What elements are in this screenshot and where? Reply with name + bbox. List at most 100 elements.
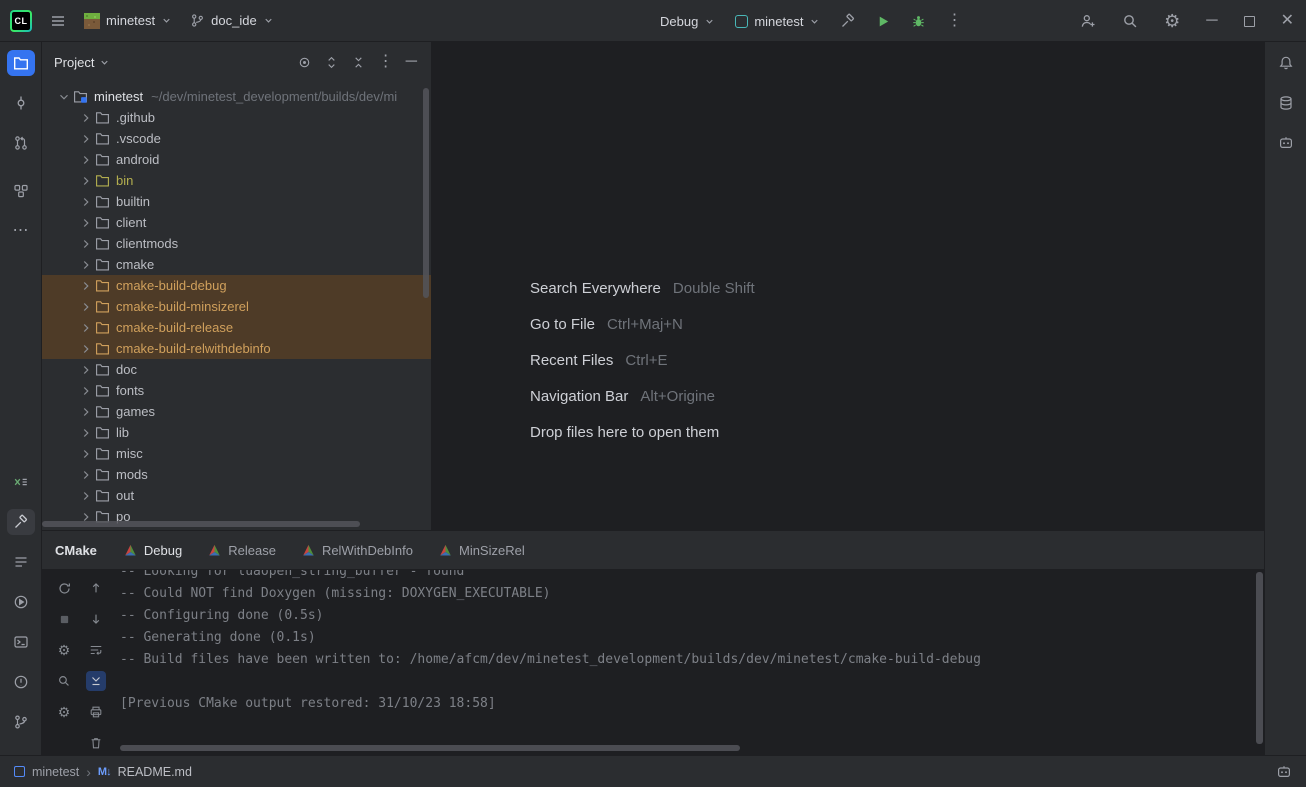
console-horizontal-scrollbar[interactable] — [120, 745, 740, 751]
project-widget[interactable]: minetest — [84, 13, 172, 29]
tree-row[interactable]: cmake-build-release — [42, 317, 431, 338]
editor-area[interactable]: Search Everywhere Double Shift Go to Fil… — [432, 42, 1264, 530]
tree-row[interactable]: android — [42, 149, 431, 170]
breadcrumb-project[interactable]: minetest — [32, 765, 79, 779]
tree-row[interactable]: .github — [42, 107, 431, 128]
pull-requests-toolwindow-button[interactable] — [7, 130, 35, 156]
more-actions-icon[interactable]: ⋮ — [946, 13, 962, 29]
find-in-output-icon[interactable] — [54, 671, 74, 691]
tree-row[interactable]: clientmods — [42, 233, 431, 254]
chevron-right-icon[interactable] — [78, 342, 94, 356]
commit-toolwindow-button[interactable] — [7, 90, 35, 116]
build-hammer-icon[interactable] — [840, 13, 856, 29]
tree-row[interactable]: builtin — [42, 191, 431, 212]
chevron-right-icon[interactable] — [78, 111, 94, 125]
chevron-right-icon[interactable] — [78, 258, 94, 272]
collapse-all-icon[interactable] — [351, 55, 366, 70]
tree-row[interactable]: cmake-build-minsizerel — [42, 296, 431, 317]
project-horizontal-scrollbar[interactable] — [42, 521, 360, 527]
vcs-branch-widget[interactable]: doc_ide — [190, 13, 274, 28]
breadcrumb-file[interactable]: README.md — [118, 765, 192, 779]
console-options-gear-icon[interactable]: ⚙ — [54, 702, 74, 722]
tree-row[interactable]: doc — [42, 359, 431, 380]
structure-toolwindow-button[interactable] — [7, 178, 35, 204]
soft-wrap-icon[interactable] — [86, 640, 106, 660]
ai-assistant-toolwindow-button[interactable] — [1272, 130, 1300, 156]
window-close-icon[interactable]: ✕ — [1281, 13, 1294, 29]
run-button[interactable] — [876, 14, 891, 29]
toolwindow-options-icon[interactable]: ⋮ — [378, 54, 394, 70]
build-type-selector[interactable]: Debug — [660, 14, 715, 29]
cmake-settings-icon[interactable]: ⚙ — [54, 640, 74, 660]
tree-row[interactable]: client — [42, 212, 431, 233]
cmake-profile-tab[interactable]: Debug — [111, 531, 195, 569]
tree-row[interactable]: games — [42, 401, 431, 422]
chevron-right-icon[interactable] — [78, 174, 94, 188]
chevron-right-icon[interactable] — [78, 279, 94, 293]
chevron-right-icon[interactable] — [78, 300, 94, 314]
select-opened-file-icon[interactable] — [297, 55, 312, 70]
x-table-toolwindow-button[interactable] — [7, 469, 35, 495]
tree-row[interactable]: lib — [42, 422, 431, 443]
statusbar-ai-icon[interactable] — [1276, 764, 1292, 780]
chevron-right-icon[interactable] — [78, 447, 94, 461]
main-menu-icon[interactable] — [50, 13, 66, 29]
tree-row[interactable]: misc — [42, 443, 431, 464]
chevron-right-icon[interactable] — [78, 363, 94, 377]
hide-toolwindow-icon[interactable]: ─ — [406, 54, 417, 70]
settings-gear-icon[interactable]: ⚙ — [1164, 12, 1180, 30]
print-icon[interactable] — [86, 702, 106, 722]
search-icon[interactable] — [1122, 13, 1138, 29]
console-vertical-scrollbar[interactable] — [1256, 572, 1263, 744]
tree-row[interactable]: fonts — [42, 380, 431, 401]
tree-row[interactable]: .vscode — [42, 128, 431, 149]
run-configuration-selector[interactable]: minetest — [735, 14, 820, 29]
tree-row[interactable]: cmake-build-debug — [42, 275, 431, 296]
window-minimize-icon[interactable]: ─ — [1206, 13, 1217, 29]
chevron-right-icon[interactable] — [78, 153, 94, 167]
more-toolwindows-icon[interactable]: ⋯ — [7, 218, 35, 244]
tree-row[interactable]: bin — [42, 170, 431, 191]
chevron-right-icon[interactable] — [78, 132, 94, 146]
notifications-bell-icon[interactable] — [1272, 50, 1300, 76]
next-message-icon[interactable] — [86, 609, 106, 629]
project-toolwindow-button[interactable] — [7, 50, 35, 76]
expand-all-icon[interactable] — [324, 55, 339, 70]
git-toolwindow-button[interactable] — [7, 709, 35, 735]
chevron-right-icon[interactable] — [78, 384, 94, 398]
project-vertical-scrollbar[interactable] — [423, 88, 429, 298]
problems-toolwindow-button[interactable] — [7, 669, 35, 695]
cmake-profile-tab[interactable]: RelWithDebInfo — [289, 531, 426, 569]
tree-row[interactable]: mods — [42, 464, 431, 485]
debug-button[interactable] — [911, 14, 926, 29]
chevron-right-icon[interactable] — [78, 195, 94, 209]
reload-cmake-project-icon[interactable] — [54, 578, 74, 598]
chevron-right-icon[interactable] — [78, 468, 94, 482]
run-toolwindow-button[interactable] — [7, 589, 35, 615]
tree-row[interactable]: cmake — [42, 254, 431, 275]
database-toolwindow-button[interactable] — [1272, 90, 1300, 116]
chevron-right-icon[interactable] — [78, 216, 94, 230]
scroll-to-end-icon[interactable] — [86, 671, 106, 691]
chevron-right-icon[interactable] — [78, 405, 94, 419]
cmake-console-output[interactable]: -- Looking for luaopen_string_buffer - f… — [110, 570, 1264, 755]
cmake-profile-tab[interactable]: Release — [195, 531, 289, 569]
tree-root-row[interactable]: minetest ~/dev/minetest_development/buil… — [42, 86, 431, 107]
stop-icon[interactable] — [54, 609, 74, 629]
chevron-right-icon[interactable] — [78, 237, 94, 251]
code-with-me-icon[interactable] — [1080, 13, 1096, 29]
todo-toolwindow-button[interactable] — [7, 549, 35, 575]
chevron-right-icon[interactable] — [78, 426, 94, 440]
tree-row[interactable]: cmake-build-relwithdebinfo — [42, 338, 431, 359]
cmake-toolwindow-button[interactable] — [7, 509, 35, 535]
clear-all-icon[interactable] — [86, 733, 106, 753]
tree-row[interactable]: out — [42, 485, 431, 506]
chevron-down-icon[interactable] — [56, 90, 72, 104]
terminal-toolwindow-button[interactable] — [7, 629, 35, 655]
cmake-profile-tab[interactable]: MinSizeRel — [426, 531, 538, 569]
chevron-right-icon[interactable] — [78, 321, 94, 335]
chevron-right-icon[interactable] — [78, 489, 94, 503]
project-toolwindow-title[interactable]: Project — [54, 55, 110, 70]
prev-message-icon[interactable] — [86, 578, 106, 598]
window-maximize-icon[interactable] — [1244, 16, 1255, 27]
